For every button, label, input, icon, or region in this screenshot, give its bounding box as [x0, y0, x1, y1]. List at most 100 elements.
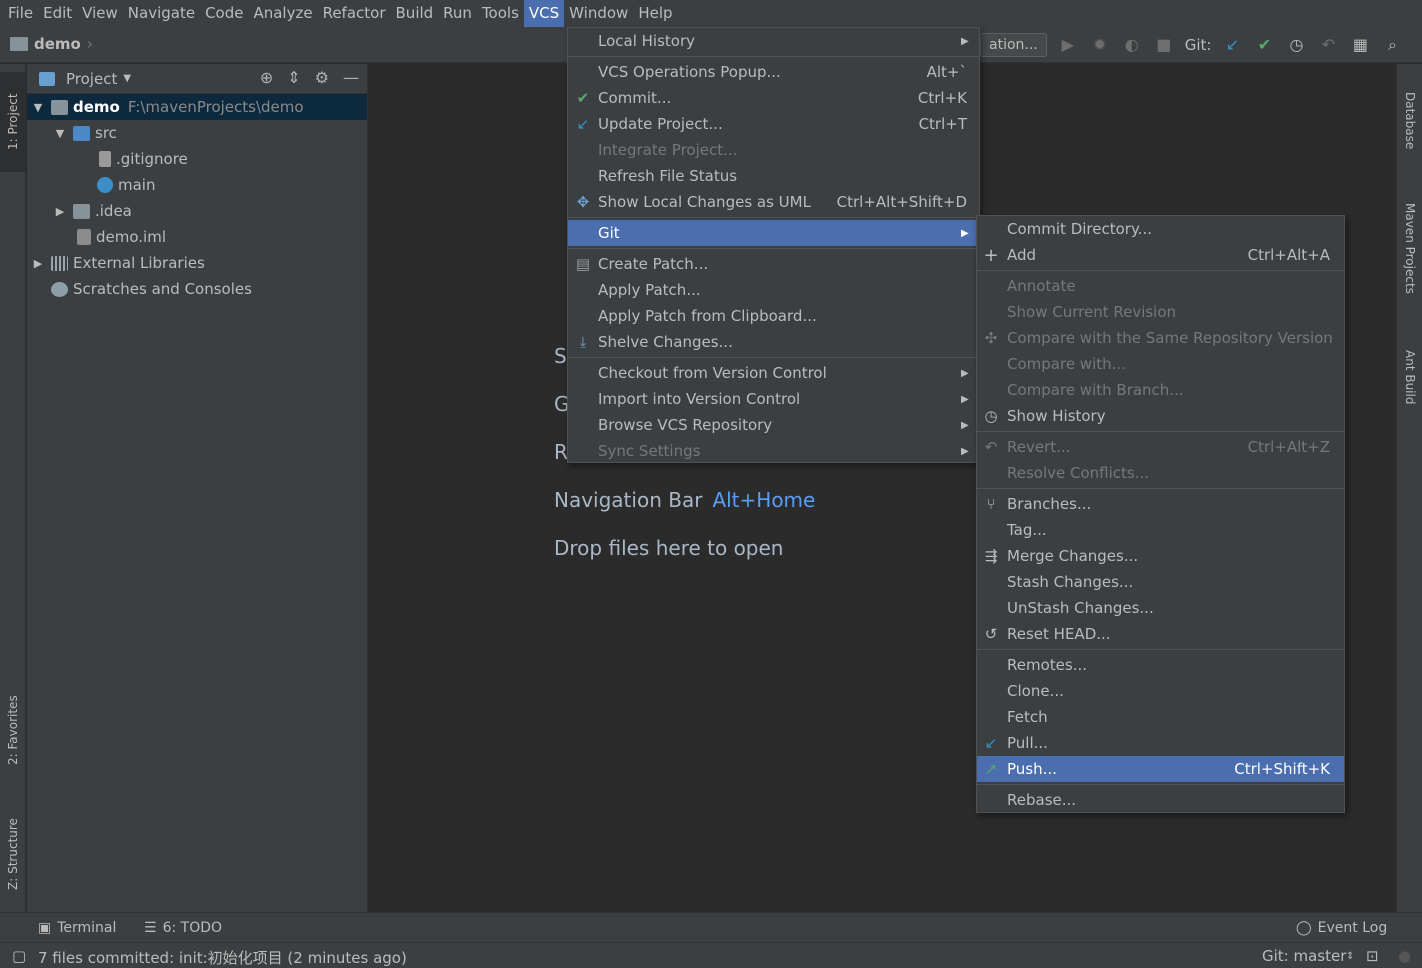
tree-item-src[interactable]: ▼ src [27, 120, 367, 146]
tool-windows-icon[interactable]: ▢ [12, 947, 26, 965]
shelve-icon: ⤓ [579, 333, 587, 351]
breadcrumb[interactable]: demo › [10, 35, 93, 53]
menu-run[interactable]: Run [438, 0, 477, 27]
tree-item-scratches[interactable]: Scratches and Consoles [27, 276, 367, 302]
expanded-arrow-icon[interactable]: ▼ [31, 101, 45, 114]
menu-item-browse-vcs[interactable]: Browse VCS Repository ▶ [568, 412, 979, 438]
menu-item-commit-directory[interactable]: Commit Directory... [977, 216, 1344, 242]
menu-refactor[interactable]: Refactor [318, 0, 391, 27]
tree-item-gitignore[interactable]: .gitignore [27, 146, 367, 172]
menu-item-import[interactable]: Import into Version Control ▶ [568, 386, 979, 412]
git-commit-icon[interactable]: ✔ [1253, 34, 1275, 56]
chevron-down-icon[interactable]: ▼ [123, 73, 131, 84]
menu-code[interactable]: Code [200, 0, 248, 27]
menu-item-branches[interactable]: ⑂ Branches... [977, 491, 1344, 517]
menu-item-remotes[interactable]: Remotes... [977, 652, 1344, 678]
run-icon[interactable]: ▶ [1057, 34, 1079, 56]
hide-icon[interactable]: — [343, 68, 359, 87]
menu-tools[interactable]: Tools [477, 0, 524, 27]
menu-item-apply-patch[interactable]: Apply Patch... [568, 277, 979, 303]
coverage-icon[interactable]: ◐ [1121, 34, 1143, 56]
submenu-arrow-icon: ▶ [961, 393, 969, 405]
breadcrumb-project[interactable]: demo [34, 35, 81, 53]
menu-help[interactable]: Help [633, 0, 677, 27]
collapse-all-icon[interactable]: ⇕ [287, 68, 300, 87]
tree-item-demo-iml[interactable]: demo.iml [27, 224, 367, 250]
menu-item-vcs-operations-popup[interactable]: VCS Operations Popup... Alt+` [568, 59, 979, 85]
menu-bar: File Edit View Navigate Code Analyze Ref… [0, 0, 1422, 27]
tree-item-demo[interactable]: ▼ demo F:\mavenProjects\demo [27, 94, 367, 120]
hint-navigation-bar: Navigation Bar Alt+Home [554, 488, 815, 512]
menu-window[interactable]: Window [564, 0, 633, 27]
menu-item-add[interactable]: + Add Ctrl+Alt+A [977, 242, 1344, 268]
tab-structure[interactable]: Z: Structure [0, 804, 26, 904]
tab-ant-build[interactable]: Ant Build [1397, 336, 1422, 418]
project-structure-icon[interactable]: ▦ [1349, 34, 1371, 56]
menu-item-update-project[interactable]: ↙ Update Project... Ctrl+T [568, 111, 979, 137]
menu-item-unstash-changes[interactable]: UnStash Changes... [977, 595, 1344, 621]
project-view-select[interactable]: Project [66, 70, 117, 88]
tree-item-label: main [118, 176, 156, 194]
menu-item-reset-head[interactable]: ↺ Reset HEAD... [977, 621, 1344, 647]
tab-event-log[interactable]: ◯ Event Log [1296, 920, 1387, 936]
menu-item-local-history[interactable]: Local History ▶ [568, 28, 979, 54]
run-configuration-select[interactable]: ation... [980, 33, 1047, 57]
tree-item-external-libraries[interactable]: ▶ External Libraries [27, 250, 367, 276]
tab-database[interactable]: Database [1397, 76, 1422, 166]
menu-item-shelve-changes[interactable]: ⤓ Shelve Changes... [568, 329, 979, 355]
reset-arrow-icon: ↺ [984, 625, 998, 643]
git-branch-widget[interactable]: Git: master [1262, 947, 1346, 965]
menu-vcs[interactable]: VCS [523, 0, 565, 27]
locate-icon[interactable]: ⊕ [260, 68, 273, 87]
collapsed-arrow-icon[interactable]: ▶ [31, 257, 45, 270]
menu-item-rebase[interactable]: Rebase... [977, 787, 1344, 813]
menu-item-shortcut: Ctrl+T [918, 115, 967, 133]
collapsed-arrow-icon[interactable]: ▶ [53, 205, 67, 218]
menu-item-checkout[interactable]: Checkout from Version Control ▶ [568, 360, 979, 386]
menu-analyze[interactable]: Analyze [248, 0, 317, 27]
menu-item-show-local-changes-uml[interactable]: ✥ Show Local Changes as UML Ctrl+Alt+Shi… [568, 189, 979, 215]
menu-item-create-patch[interactable]: ▤ Create Patch... [568, 251, 979, 277]
menu-item-fetch[interactable]: Fetch [977, 704, 1344, 730]
lock-icon[interactable]: ⊡ [1366, 947, 1379, 965]
git-history-icon[interactable]: ◷ [1285, 34, 1307, 56]
menu-edit[interactable]: Edit [38, 0, 77, 27]
inspector-icon[interactable]: ● [1398, 947, 1411, 965]
menu-item-show-history[interactable]: ◷ Show History [977, 403, 1344, 429]
scratches-icon [51, 281, 68, 297]
menu-item-label: Sync Settings [598, 442, 701, 460]
menu-item-commit[interactable]: ✔ Commit... Ctrl+K [568, 85, 979, 111]
menu-item-stash-changes[interactable]: Stash Changes... [977, 569, 1344, 595]
menu-view[interactable]: View [77, 0, 123, 27]
branch-chevron-icon[interactable]: ⇕ [1346, 951, 1354, 962]
file-icon [99, 151, 111, 167]
menu-item-clone[interactable]: Clone... [977, 678, 1344, 704]
menu-item-tag[interactable]: Tag... [977, 517, 1344, 543]
menu-item-label: Show History [1007, 407, 1106, 425]
menu-item-label: Update Project... [598, 115, 723, 133]
tree-item-idea[interactable]: ▶ .idea [27, 198, 367, 224]
stop-icon[interactable]: ■ [1153, 34, 1175, 56]
menu-item-merge-changes[interactable]: ⇶ Merge Changes... [977, 543, 1344, 569]
gear-icon[interactable]: ⚙ [315, 68, 329, 87]
tab-favorites[interactable]: 2: Favorites [0, 680, 26, 780]
search-icon[interactable]: ⌕ [1381, 34, 1403, 56]
menu-build[interactable]: Build [391, 0, 439, 27]
menu-item-pull[interactable]: ↙ Pull... [977, 730, 1344, 756]
menu-item-apply-patch-clipboard[interactable]: Apply Patch from Clipboard... [568, 303, 979, 329]
git-update-icon[interactable]: ↙ [1221, 34, 1243, 56]
menu-navigate[interactable]: Navigate [123, 0, 200, 27]
tree-item-main[interactable]: main [27, 172, 367, 198]
menu-item-push[interactable]: ↗ Push... Ctrl+Shift+K [977, 756, 1344, 782]
menu-item-git[interactable]: Git ▶ [568, 220, 979, 246]
tab-maven-projects[interactable]: Maven Projects [1397, 188, 1422, 308]
tab-todo[interactable]: ☰ 6: TODO [144, 920, 222, 936]
debug-icon[interactable]: ✹ [1089, 34, 1111, 56]
menu-file[interactable]: File [3, 0, 38, 27]
vcs-menu: Local History ▶ VCS Operations Popup... … [567, 27, 980, 463]
git-rollback-icon[interactable]: ↶ [1317, 34, 1339, 56]
menu-item-refresh-file-status[interactable]: Refresh File Status [568, 163, 979, 189]
expanded-arrow-icon[interactable]: ▼ [53, 127, 67, 140]
tab-terminal[interactable]: ▣ Terminal [38, 920, 116, 936]
tab-project[interactable]: 1: Project [0, 72, 26, 172]
